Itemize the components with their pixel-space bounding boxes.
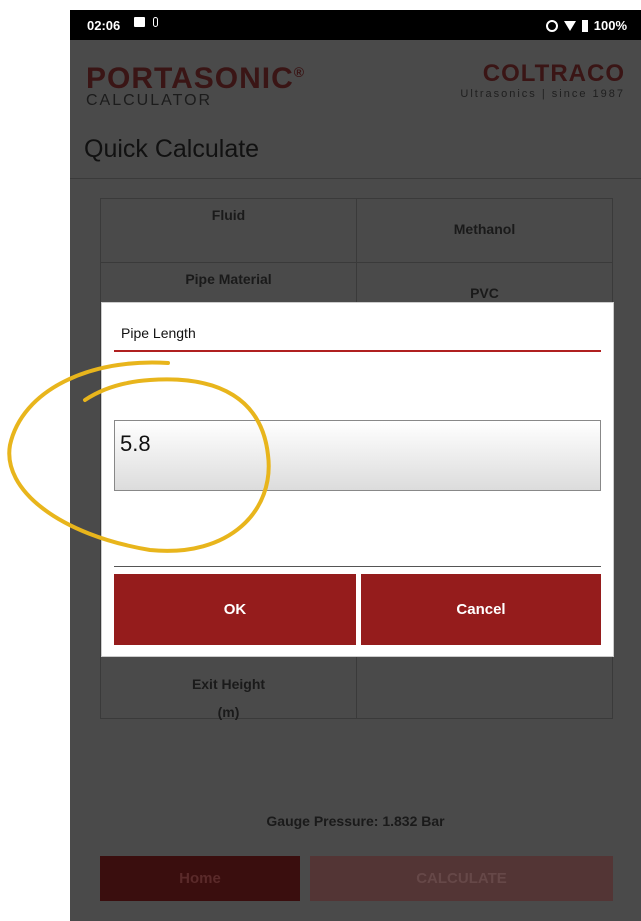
- row-label: Fluid: [211, 207, 246, 223]
- pipe-length-dialog: Pipe Length 5.8 OK Cancel: [101, 302, 614, 657]
- image-notification-icon: [134, 17, 145, 27]
- status-bar: 02:06 100%: [70, 10, 641, 40]
- status-notification-icons: [134, 17, 158, 27]
- pipe-length-input[interactable]: 5.8: [114, 420, 601, 491]
- row-label: Exit Height: [191, 676, 266, 692]
- page-title: Quick Calculate: [84, 135, 260, 163]
- app-header: PORTASONIC® CALCULATOR COLTRACO Ultrason…: [70, 40, 641, 115]
- portasonic-logo: PORTASONIC®: [86, 62, 305, 96]
- vibrate-icon: [545, 19, 558, 32]
- battery-percent: 100%: [593, 18, 627, 33]
- status-system-icons: 100%: [545, 18, 627, 33]
- logo-text: PORTASONIC: [86, 62, 294, 95]
- title-divider: [114, 350, 601, 352]
- button-divider: [114, 566, 601, 567]
- registered-mark: ®: [293, 64, 306, 80]
- title-bar: Quick Calculate: [70, 115, 641, 179]
- table-row[interactable]: Fluid Methanol: [100, 198, 613, 262]
- coltraco-logo: COLTRACO Ultrasonics | since 1987: [460, 60, 625, 100]
- dialog-title: Pipe Length: [121, 325, 196, 341]
- row-value[interactable]: Methanol: [356, 199, 612, 262]
- gauge-pressure-readout: Gauge Pressure: 1.832 Bar: [266, 813, 445, 829]
- calculate-button[interactable]: CALCULATE: [310, 856, 613, 901]
- brand-name: COLTRACO: [482, 60, 625, 87]
- home-button[interactable]: Home: [100, 856, 300, 901]
- mic-notification-icon: [153, 17, 158, 27]
- status-time: 02:06: [87, 18, 121, 33]
- battery-icon: [581, 19, 588, 32]
- ok-button[interactable]: OK: [114, 574, 356, 645]
- input-value: 5.8: [120, 431, 151, 456]
- brand-tagline: Ultrasonics | since 1987: [460, 88, 625, 100]
- wifi-icon: [563, 20, 576, 31]
- logo-subtitle: CALCULATOR: [86, 92, 213, 109]
- row-unit: (m): [217, 704, 240, 720]
- cancel-button[interactable]: Cancel: [361, 574, 601, 645]
